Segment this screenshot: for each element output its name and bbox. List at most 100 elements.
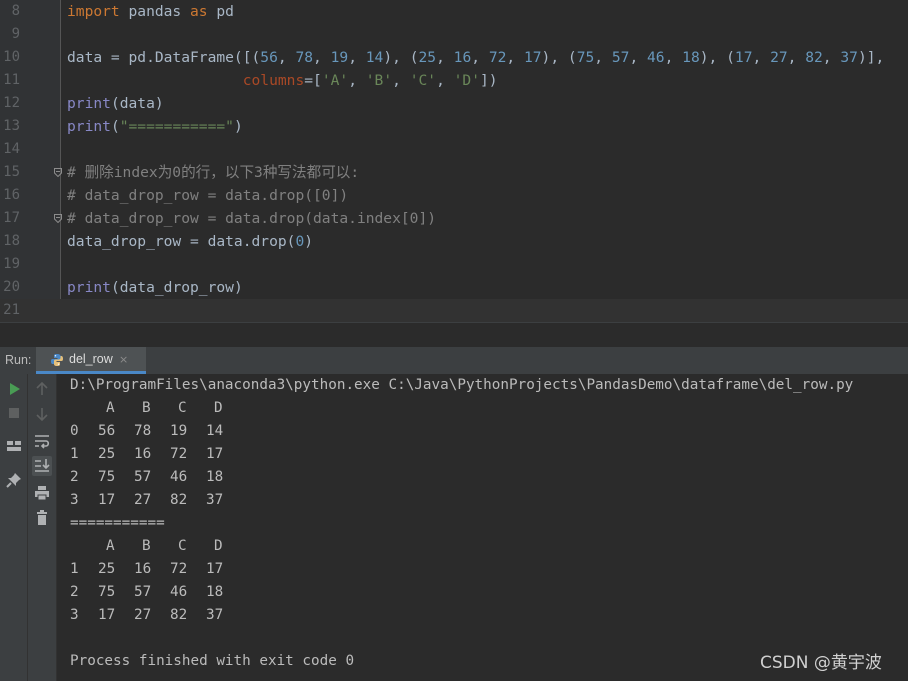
table-cell: 27: [134, 607, 152, 623]
table-cell: 37: [206, 492, 224, 508]
layout-icon[interactable]: [4, 436, 24, 456]
table-cell: 17: [98, 607, 116, 623]
code-line[interactable]: 9: [0, 23, 908, 46]
close-icon[interactable]: ×: [119, 347, 128, 372]
code-line[interactable]: 11 columns=['A', 'B', 'C', 'D']): [0, 69, 908, 92]
rerun-icon[interactable]: [4, 379, 24, 399]
watermark: CSDN @黄宇波: [760, 653, 882, 673]
up-arrow-icon[interactable]: [32, 379, 52, 399]
table-cell: 17: [206, 561, 224, 577]
line-number: 19: [3, 256, 20, 272]
code-text: # data_drop_row = data.drop([0]): [67, 187, 349, 204]
table-cell: 18: [206, 469, 224, 485]
line-number: 11: [3, 72, 20, 88]
column-header: D: [214, 400, 223, 416]
line-number: 21: [3, 302, 20, 318]
table-cell: 57: [134, 584, 152, 600]
line-number: 14: [3, 141, 20, 157]
table-cell: 14: [206, 423, 224, 439]
table-cell: 82: [170, 607, 188, 623]
row-index: 2: [70, 469, 79, 485]
run-tab-label: del_row: [69, 352, 113, 366]
run-console-output[interactable]: D:\ProgramFiles\anaconda3\python.exe C:\…: [57, 374, 908, 681]
table-cell: 46: [170, 584, 188, 600]
code-line[interactable]: 16 # data_drop_row = data.drop([0]): [0, 184, 908, 207]
column-header: B: [142, 400, 151, 416]
trash-icon[interactable]: [32, 508, 52, 528]
code-line[interactable]: 17 # data_drop_row = data.drop(data.index…: [0, 207, 908, 230]
column-header: C: [178, 400, 187, 416]
table-cell: 16: [134, 561, 152, 577]
column-header: A: [106, 400, 115, 416]
code-line[interactable]: 20 print(data_drop_row): [0, 276, 908, 299]
table-cell: 25: [98, 446, 116, 462]
table-cell: 16: [134, 446, 152, 462]
line-number: 20: [3, 279, 20, 295]
line-number: 8: [11, 3, 20, 19]
table-cell: 18: [206, 584, 224, 600]
table-cell: 78: [134, 423, 152, 439]
code-text: data = pd.DataFrame([(56, 78, 19, 14), (…: [67, 49, 885, 66]
table-cell: 72: [170, 561, 188, 577]
table-cell: 82: [170, 492, 188, 508]
table-cell: 37: [206, 607, 224, 623]
line-number: 15: [3, 164, 20, 180]
line-number: 16: [3, 187, 20, 203]
line-number: 17: [3, 210, 20, 226]
code-text: # 删除index为0的行，以下3种写法都可以:: [67, 164, 360, 181]
soft-wrap-icon[interactable]: [32, 431, 52, 451]
code-line[interactable]: 21: [0, 299, 908, 322]
code-text: print(data): [67, 95, 164, 112]
table-cell: 75: [98, 584, 116, 600]
run-label: Run:: [5, 353, 32, 367]
code-line[interactable]: 10 data = pd.DataFrame([(56, 78, 19, 14),…: [0, 46, 908, 69]
stop-icon[interactable]: [4, 403, 24, 423]
code-line[interactable]: 18 data_drop_row = data.drop(0): [0, 230, 908, 253]
code-line[interactable]: 12 print(data): [0, 92, 908, 115]
row-index: 3: [70, 492, 79, 508]
pin-icon[interactable]: [4, 470, 24, 490]
run-tab-del-row[interactable]: del_row ×: [36, 347, 146, 374]
code-text: columns=['A', 'B', 'C', 'D']): [242, 72, 498, 89]
editor-bottom-strip: [0, 322, 908, 348]
fold-marker-icon[interactable]: [54, 214, 62, 223]
line-number: 12: [3, 95, 20, 111]
code-text: data_drop_row = data.drop(0): [67, 233, 314, 250]
code-line[interactable]: 14: [0, 138, 908, 161]
down-arrow-icon[interactable]: [32, 404, 52, 424]
table-cell: 27: [134, 492, 152, 508]
row-index: 2: [70, 584, 79, 600]
code-line[interactable]: 15 # 删除index为0的行，以下3种写法都可以:: [0, 161, 908, 184]
code-line[interactable]: 8 import pandas as pd: [0, 0, 908, 23]
console-separator: ===========: [70, 515, 165, 531]
code-line[interactable]: 19: [0, 253, 908, 276]
run-tool-window-header: Run: del_row ×: [0, 347, 908, 375]
table-cell: 56: [98, 423, 116, 439]
line-number: 10: [3, 49, 20, 65]
table-cell: 75: [98, 469, 116, 485]
table-cell: 17: [98, 492, 116, 508]
row-index: 0: [70, 423, 79, 439]
code-text: import pandas as pd: [67, 3, 234, 20]
column-header: B: [142, 538, 151, 554]
line-number: 18: [3, 233, 20, 249]
code-text: # data_drop_row = data.drop(data.index[0…: [67, 210, 437, 227]
row-index: 1: [70, 561, 79, 577]
print-icon[interactable]: [32, 483, 52, 503]
scroll-to-end-icon[interactable]: [32, 456, 52, 476]
run-console-toolbar: [28, 374, 57, 681]
row-index: 3: [70, 607, 79, 623]
column-header: A: [106, 538, 115, 554]
console-command: D:\ProgramFiles\anaconda3\python.exe C:\…: [70, 377, 854, 393]
table-cell: 57: [134, 469, 152, 485]
fold-marker-icon[interactable]: [54, 168, 62, 177]
column-header: C: [178, 538, 187, 554]
python-icon: [51, 354, 63, 366]
code-line[interactable]: 13 print("==========="): [0, 115, 908, 138]
code-text: print(data_drop_row): [67, 279, 243, 296]
code-editor[interactable]: 8 import pandas as pd 9 10 data = pd.DataFra…: [0, 0, 908, 322]
row-index: 1: [70, 446, 79, 462]
code-text: print("==========="): [67, 118, 243, 135]
table-cell: 19: [170, 423, 188, 439]
line-number: 9: [11, 26, 20, 42]
